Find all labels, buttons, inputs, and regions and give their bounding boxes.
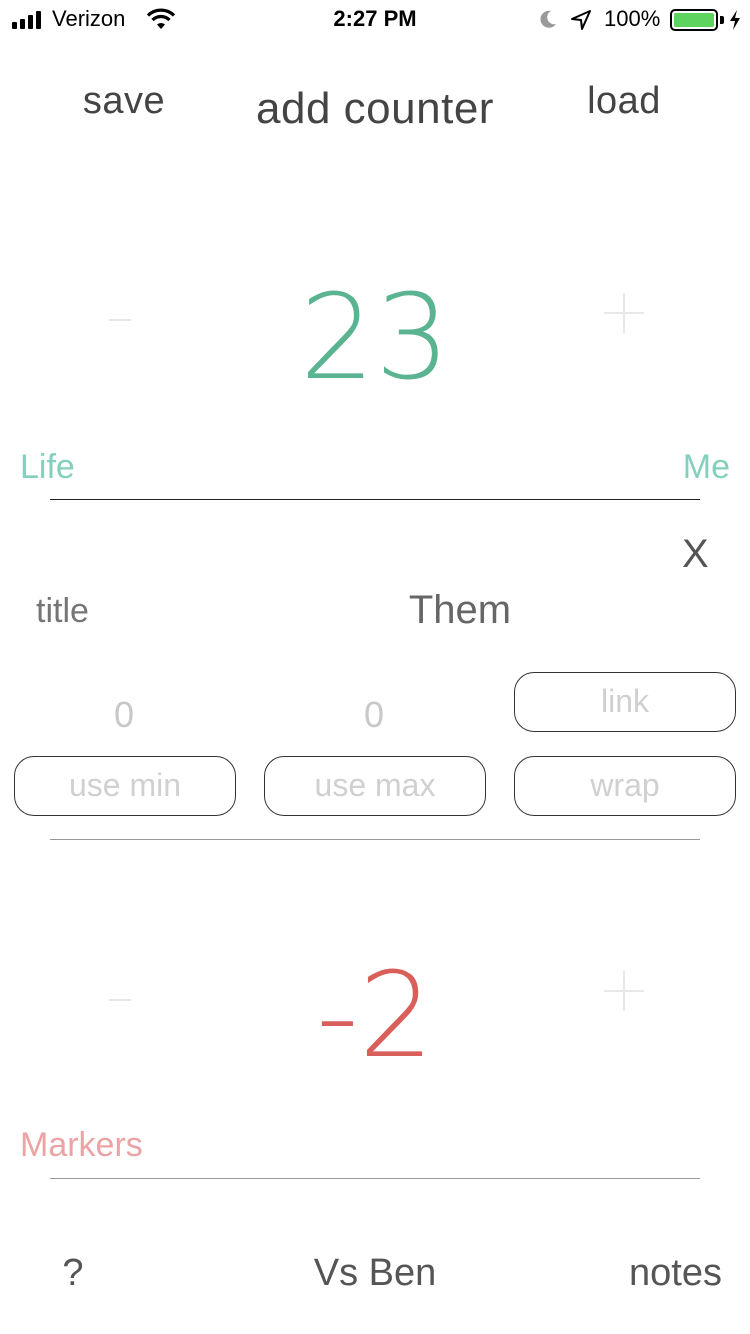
close-button[interactable]: X (682, 532, 709, 577)
increment-button[interactable] (600, 283, 660, 343)
battery-percent: 100% (604, 6, 661, 31)
max-value-input[interactable]: 0 (264, 694, 484, 736)
divider (50, 499, 700, 500)
wrap-button[interactable]: wrap (514, 756, 736, 816)
opponent-button[interactable]: Vs Ben (250, 1252, 500, 1295)
load-button[interactable]: load (500, 80, 748, 123)
counter-title[interactable]: Life (20, 448, 75, 487)
help-button[interactable]: ? (58, 1252, 88, 1295)
use-min-button[interactable]: use min (14, 756, 236, 816)
save-button[interactable]: save (0, 80, 248, 123)
counter-title[interactable]: Markers (20, 1126, 143, 1165)
link-button[interactable]: link (514, 672, 736, 732)
min-value-input[interactable]: 0 (14, 694, 234, 736)
notes-button[interactable]: notes (600, 1252, 750, 1295)
location-icon (571, 10, 591, 30)
use-max-button[interactable]: use max (264, 756, 486, 816)
divider (50, 1178, 700, 1179)
charging-icon (730, 10, 740, 30)
owner-input[interactable]: Them (360, 588, 560, 633)
add-counter-button[interactable]: add counter (248, 84, 502, 134)
battery-icon (670, 9, 718, 31)
moon-icon (540, 10, 556, 28)
status-bar: Verizon 2:27 PM 100% (0, 0, 750, 40)
divider (50, 839, 700, 840)
counter-owner[interactable]: Me (683, 448, 730, 487)
increment-button[interactable] (600, 961, 660, 1021)
